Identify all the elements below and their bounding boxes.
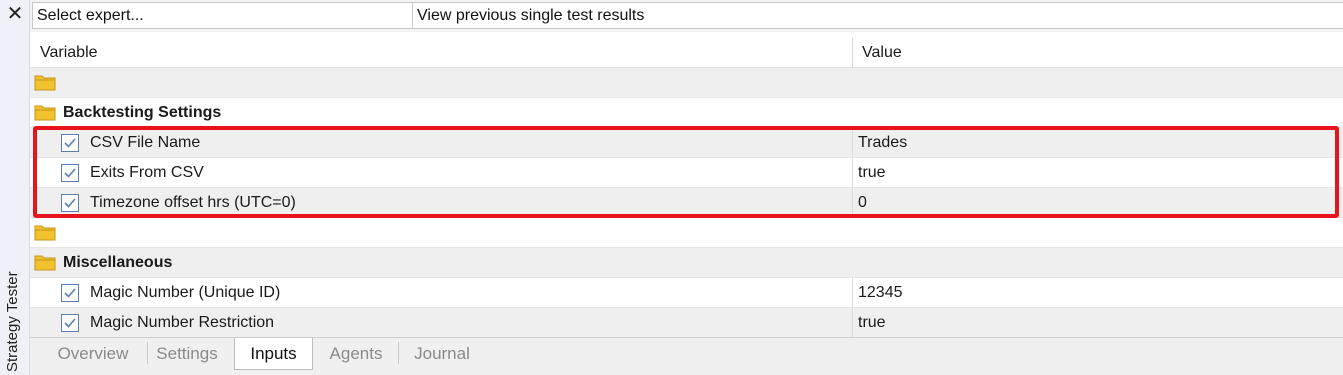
tab-label: Overview: [57, 344, 129, 363]
tab-overview[interactable]: Overview: [38, 338, 148, 370]
checkbox-checked-icon[interactable]: [61, 284, 79, 302]
variable-value[interactable]: Trades: [858, 134, 907, 152]
column-header-value[interactable]: Value: [862, 44, 902, 62]
tab-label: Agents: [329, 344, 383, 363]
folder-icon: [34, 103, 56, 121]
tab-bar: Overview Settings Inputs Agents Journal: [30, 337, 1343, 375]
toolbar: Select expert... View previous single te…: [30, 0, 1343, 32]
column-divider: [852, 188, 853, 218]
column-divider: [852, 308, 853, 338]
expert-select-value: Select expert...: [37, 7, 144, 24]
variable-name: Exits From CSV: [90, 164, 204, 181]
column-divider: [852, 278, 853, 308]
tab-label: Settings: [156, 344, 218, 363]
variable-name: CSV File Name: [90, 134, 201, 151]
panel-title: Strategy Tester: [4, 271, 21, 372]
group-label: Backtesting Settings: [63, 104, 222, 121]
close-icon[interactable]: ✕: [6, 4, 24, 24]
side-panel: ✕ Strategy Tester: [0, 0, 30, 375]
variable-name: Timezone offset hrs (UTC=0): [90, 194, 296, 211]
variable-value[interactable]: 0: [858, 194, 867, 212]
input-row-csv-file-name[interactable]: CSV File Name Trades: [30, 128, 1343, 158]
group-label: Miscellaneous: [63, 254, 173, 271]
folder-icon: [34, 73, 56, 91]
folder-icon: [34, 253, 56, 271]
checkbox-checked-icon[interactable]: [61, 164, 79, 182]
folder-icon: [34, 223, 56, 241]
variable-value[interactable]: true: [858, 314, 886, 332]
checkbox-checked-icon[interactable]: [61, 314, 79, 332]
variable-value[interactable]: 12345: [858, 284, 903, 302]
tab-journal[interactable]: Journal: [399, 338, 485, 370]
checkbox-checked-icon[interactable]: [61, 134, 79, 152]
tab-label: Inputs: [250, 344, 297, 363]
tab-inputs[interactable]: Inputs: [234, 338, 313, 370]
tab-settings[interactable]: Settings: [140, 338, 234, 370]
input-row-magic-number[interactable]: Magic Number (Unique ID) 12345: [30, 278, 1343, 308]
input-row-timezone-offset[interactable]: Timezone offset hrs (UTC=0) 0: [30, 188, 1343, 218]
variable-name: Magic Number Restriction: [90, 314, 275, 331]
grid-header: Variable Value: [30, 38, 1343, 68]
checkbox-checked-icon[interactable]: [61, 194, 79, 212]
view-previous-results-field[interactable]: View previous single test results: [412, 2, 1343, 29]
tab-agents[interactable]: Agents: [313, 338, 399, 370]
input-row-magic-number-restriction[interactable]: Magic Number Restriction true: [30, 308, 1343, 338]
column-divider: [852, 158, 853, 188]
column-divider[interactable]: [852, 38, 853, 68]
group-row-backtesting-settings[interactable]: Backtesting Settings: [30, 98, 1343, 128]
expert-select[interactable]: Select expert...: [32, 2, 435, 29]
variable-name: Magic Number (Unique ID): [90, 284, 281, 301]
variable-value[interactable]: true: [858, 164, 886, 182]
group-row-miscellaneous[interactable]: Miscellaneous: [30, 248, 1343, 278]
tab-label: Journal: [414, 344, 470, 363]
folder-row[interactable]: [30, 68, 1343, 98]
column-divider: [852, 128, 853, 158]
input-row-exits-from-csv[interactable]: Exits From CSV true: [30, 158, 1343, 188]
column-header-variable[interactable]: Variable: [40, 44, 98, 62]
folder-row[interactable]: [30, 218, 1343, 248]
